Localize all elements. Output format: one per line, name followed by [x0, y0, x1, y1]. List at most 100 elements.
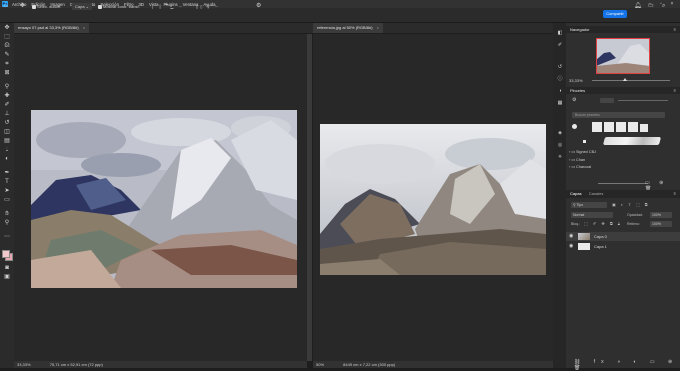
brushes-icon[interactable]: ✐: [556, 42, 564, 49]
align-icons[interactable]: ▏▕ ▔▁ ⋯: [152, 3, 185, 10]
layer-name[interactable]: Capa 0: [594, 232, 607, 241]
brush-folder[interactable]: › ▭ Charcoal: [569, 164, 669, 172]
panel-menu-icon[interactable]: ≡: [674, 26, 676, 33]
blur-icon[interactable]: 💧︎: [3, 147, 11, 154]
layers-icon[interactable]: ◈: [556, 130, 564, 137]
tab-close-icon[interactable]: ×: [83, 25, 85, 30]
tab-close-icon[interactable]: ×: [377, 25, 379, 30]
path-select-icon[interactable]: ➤: [3, 188, 11, 195]
tab-capas[interactable]: Capas: [570, 191, 582, 196]
move-icon[interactable]: ✥: [3, 25, 11, 32]
navigator-icon[interactable]: ◧: [556, 30, 564, 37]
dodge-icon[interactable]: ◐: [3, 156, 11, 163]
notifications-icon[interactable]: 🔔︎: [634, 3, 642, 10]
search-icon[interactable]: ⌕: [662, 3, 665, 10]
home-icon[interactable]: ⌂: [4, 3, 8, 10]
brush-size-slider[interactable]: [618, 100, 668, 101]
layer-thumbnail: [578, 243, 590, 250]
panel-menu-icon[interactable]: ≡: [674, 190, 676, 197]
quick-mask-icon[interactable]: ◙: [3, 265, 11, 272]
brush-preset-round[interactable]: [572, 124, 577, 129]
blend-mode-dropdown[interactable]: Normal: [571, 212, 613, 218]
lock-label: Bloq.:: [571, 222, 580, 226]
lasso-icon[interactable]: ᘏ: [3, 43, 11, 50]
brush-search-input[interactable]: Buscar pinceles: [572, 112, 665, 118]
paths-icon[interactable]: ⟡: [556, 154, 564, 161]
lock-icons[interactable]: ⬚ ✐ ✥ ⧉ 🔒︎: [584, 221, 622, 226]
brush-preset-2[interactable]: [604, 122, 614, 132]
right-zoom-level[interactable]: 50%: [316, 362, 324, 367]
left-vertical-scrollbar[interactable]: [307, 34, 312, 361]
screen-mode-icon[interactable]: ▣: [3, 274, 11, 281]
visibility-eye-icon[interactable]: ◉: [569, 242, 573, 251]
brush-folder-name: Chan: [575, 157, 586, 162]
navigator-preview[interactable]: [596, 38, 650, 74]
adjustments-icon[interactable]: ◑: [556, 88, 564, 95]
brush-settings-icon[interactable]: ⚙: [572, 97, 580, 103]
right-status-bar: 50% 8449 cm x 7,22 cm (300 ppp): [313, 361, 556, 368]
foreground-color-swatch[interactable]: [2, 250, 10, 258]
brush-preset-3[interactable]: [616, 122, 626, 132]
marquee-icon[interactable]: ⬚: [3, 34, 11, 41]
close-icon[interactable]: ×: [668, 1, 676, 7]
shape-icon[interactable]: ▭: [3, 197, 11, 204]
type-icon[interactable]: T: [3, 179, 11, 186]
stamp-icon[interactable]: ⊥: [3, 111, 11, 118]
frame-icon[interactable]: ⊠: [3, 70, 11, 77]
tab-ensayo[interactable]: ensayo 07.psd al 33,3% (RGB/8#) ×: [14, 23, 90, 33]
auto-select-checkbox[interactable]: Selec. autom.: [32, 3, 61, 10]
brush-folder[interactable]: › ▭ Chan: [569, 157, 669, 165]
layer-row[interactable]: ◉ Capa 1: [566, 242, 680, 251]
brush-preset-dot[interactable]: [583, 140, 586, 143]
layers-footer-icons[interactable]: ⛓ fx ◑ ◐ ▭ ⊕ 🗑︎: [574, 359, 680, 371]
layer-row[interactable]: ◉ Capa 0: [566, 232, 680, 241]
libraries-icon[interactable]: ▦: [556, 100, 564, 107]
move-tool-icon: ✥: [20, 3, 26, 9]
settings-icon[interactable]: ⚙: [256, 3, 261, 10]
navigator-zoom-value[interactable]: 33,33%: [569, 78, 583, 83]
brush-preset-5[interactable]: [640, 124, 648, 132]
properties-icon[interactable]: ⓘ: [556, 76, 564, 83]
eyedropper-icon[interactable]: ⚲: [3, 84, 11, 91]
brush-icon[interactable]: ✐: [3, 102, 11, 109]
brush-folder-list: › ▭ Signed CBJ › ▭ Chan › ▭ Charcoal: [569, 149, 669, 179]
brush-size-field[interactable]: [600, 98, 614, 103]
distribute-icons[interactable]: ▯▯ ⫼ ⋯: [196, 3, 220, 10]
quick-select-icon[interactable]: ✎: [3, 52, 11, 59]
history-icon[interactable]: ↺: [556, 64, 564, 71]
left-zoom-level[interactable]: 33,33%: [17, 362, 31, 367]
brush-preset-1[interactable]: [592, 122, 602, 132]
healing-icon[interactable]: ✚: [3, 93, 11, 100]
target-dropdown[interactable]: Capa ⌄: [72, 3, 93, 10]
tab-referencia[interactable]: referencia.jpg al 50% (RGB/8#) ×: [313, 23, 383, 33]
panel-menu-icon[interactable]: ≡: [674, 87, 676, 94]
zoom-icon[interactable]: ⚲: [3, 220, 11, 227]
zoom-slider-handle[interactable]: [623, 78, 627, 81]
pen-icon[interactable]: ✒: [3, 170, 11, 177]
brushes-title: Pinceles: [570, 88, 586, 93]
tab-canales[interactable]: Canales: [589, 191, 604, 196]
channels-icon[interactable]: ◎: [556, 142, 564, 149]
brush-folder[interactable]: › ▭ Signed CBJ: [569, 149, 669, 157]
layer-filter-icons[interactable]: ▣ ◐ T ⬚ ⧉: [612, 202, 650, 207]
share-button[interactable]: Compartir: [603, 10, 627, 18]
visibility-eye-icon[interactable]: ◉: [569, 232, 573, 241]
opacity-input[interactable]: 100%: [650, 212, 672, 218]
show-transform-checkbox[interactable]: Mostrar contr. transf.: [98, 3, 140, 10]
history-brush-icon[interactable]: ↺: [3, 120, 11, 127]
navigator-zoom-slider[interactable]: [592, 80, 670, 81]
fill-input[interactable]: 100%: [650, 221, 672, 227]
navigator-header: Navegador ≡: [566, 26, 680, 33]
brush-preset-4[interactable]: [628, 122, 638, 132]
crop-icon[interactable]: ⌗: [3, 61, 11, 68]
hand-icon[interactable]: ✋︎: [3, 211, 11, 218]
gradient-icon[interactable]: ▤: [3, 138, 11, 145]
eraser-icon[interactable]: ◫: [3, 129, 11, 136]
layer-filter-dropdown[interactable]: ⚲ Tipo: [571, 202, 607, 208]
layer-name[interactable]: Capa 1: [594, 242, 607, 251]
brush-preview-size-slider[interactable]: [598, 183, 648, 184]
navigator-title: Navegador: [570, 27, 590, 32]
workspace-icon[interactable]: ▭: [648, 3, 654, 10]
layers-tab-bar: Capas Canales ≡: [566, 190, 680, 198]
more-tools-icon[interactable]: ⋯: [3, 234, 11, 241]
